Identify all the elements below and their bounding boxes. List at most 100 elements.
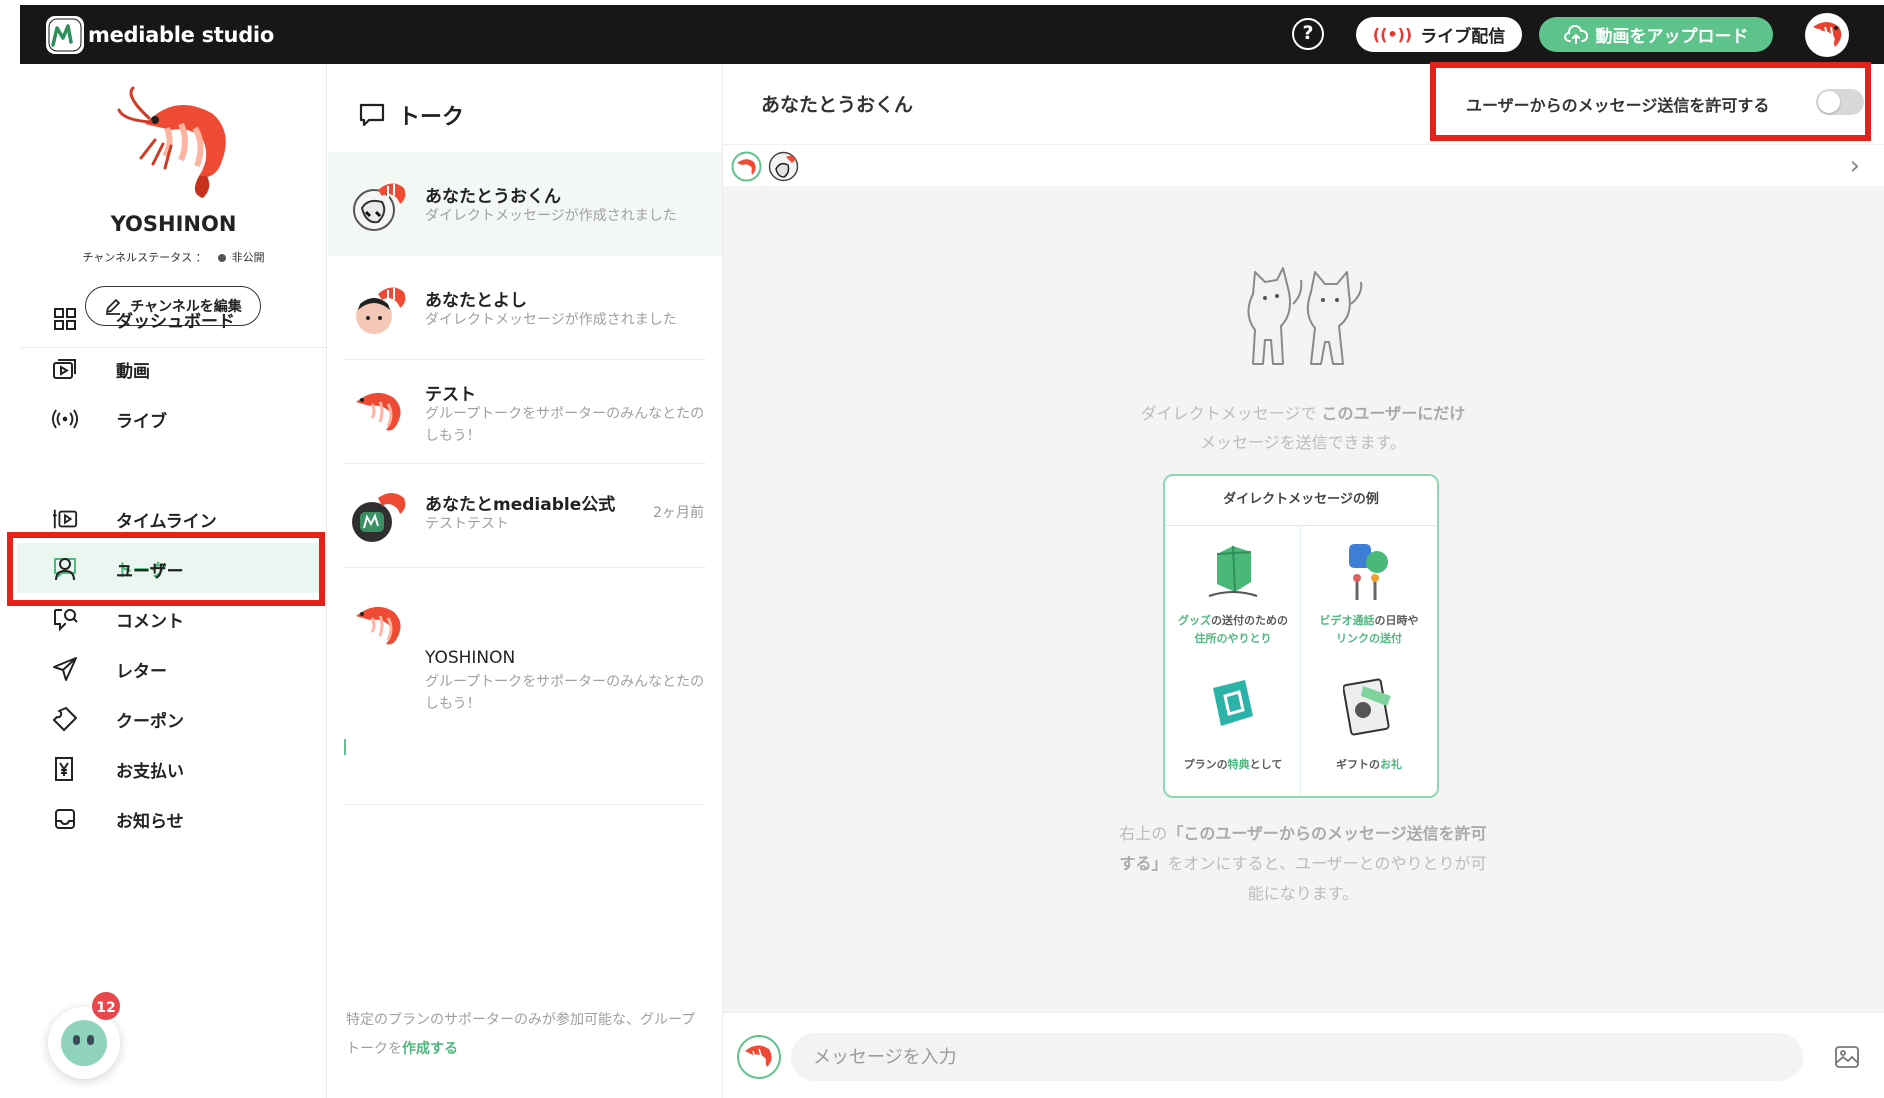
conversation-item[interactable]: あなたとよし ダイレクトメッセージが作成されました	[328, 256, 722, 360]
brand-logo[interactable]: mediable studio	[46, 16, 274, 54]
ticket-icon	[52, 706, 78, 732]
example-video-call: ビデオ通話の日時や リンクの送付	[1301, 526, 1437, 662]
conversation-snippet: グループトークをサポーターのみんなとたのしもう！	[425, 406, 705, 444]
chat-header: あなたとうおくん ユーザーからのメッセージ送信を許可する	[723, 62, 1884, 144]
conversation-name: あなたとよし	[425, 291, 527, 311]
talk-list-title: トーク	[398, 105, 465, 130]
example-label: プランの特典として	[1183, 758, 1283, 771]
dm-examples-title: ダイレクトメッセージの例	[1165, 476, 1437, 526]
talk-list-header: トーク	[358, 99, 464, 131]
empty-state-text: ダイレクトメッセージで このユーザーにだけ メッセージを送信できます。	[1093, 399, 1513, 457]
allow-messages-label: ユーザーからのメッセージ送信を許可する	[1466, 96, 1770, 115]
channel-status: チャンネルステータス ： 非公開	[20, 249, 327, 265]
status-dot-icon	[218, 254, 227, 262]
yen-icon	[52, 756, 78, 782]
channel-status-separator: ：	[195, 251, 207, 264]
mascot-icon	[61, 1020, 107, 1066]
live-stream-label: ライブ配信	[1420, 27, 1506, 47]
help-text-pre: 右上の	[1119, 824, 1168, 843]
channel-status-value: 非公開	[231, 251, 265, 264]
sidebar-item-coupons[interactable]: クーポン	[20, 694, 327, 744]
talk-highlight-frame	[7, 532, 325, 606]
avatar	[737, 1035, 781, 1079]
conversation-name: あなたとmediable公式	[425, 495, 616, 515]
live-stream-button[interactable]: ((•)) ライブ配信	[1356, 17, 1522, 52]
conversation-snippet: ダイレクトメッセージが作成されました	[425, 312, 677, 328]
broadcast-icon	[52, 406, 78, 432]
allow-messages-toggle[interactable]	[1816, 89, 1864, 115]
upload-video-button[interactable]: 動画をアップロード	[1539, 17, 1773, 52]
sidebar-item-label: ダッシュボード	[116, 311, 235, 332]
example-label: ギフトのお礼	[1336, 758, 1402, 771]
empty-text-line2: メッセージを送信できます。	[1199, 433, 1407, 452]
conversation-snippet: ダイレクトメッセージが作成されました	[425, 208, 677, 224]
image-attach-icon[interactable]	[1834, 1045, 1860, 1069]
sidebar-item-videos[interactable]: 動画	[20, 344, 327, 394]
conversation-name: あなたとうおくん	[425, 187, 561, 207]
message-composer	[723, 1012, 1884, 1098]
chat-bubble-icon	[359, 103, 385, 127]
profile-shrimp-image	[117, 86, 226, 198]
example-gift-thanks: ギフトのお礼	[1301, 662, 1437, 796]
message-input[interactable]	[791, 1033, 1803, 1081]
broadcast-icon: ((•))	[1372, 25, 1413, 44]
example-label: グッズの送付のための 住所のやりとり	[1178, 614, 1288, 645]
sidebar-item-label: ライブ	[116, 411, 167, 432]
example-goods-shipping: グッズの送付のための 住所のやりとり	[1165, 526, 1301, 662]
conversation-item[interactable]: あなたとmediable公式 テストテスト 2ヶ月前	[328, 464, 722, 568]
avatar	[356, 287, 406, 334]
sidebar-item-label: お知らせ	[116, 811, 184, 832]
channel-status-label: チャンネルステータス	[82, 251, 193, 264]
empty-text-line1-bold: このユーザーにだけ	[1321, 404, 1466, 423]
sidebar-item-label: 動画	[116, 361, 150, 382]
example-plan-benefit: プランの特典として	[1165, 662, 1301, 796]
conversation-name: テスト	[425, 385, 476, 405]
sidebar-item-payments[interactable]: お支払い	[20, 744, 327, 794]
send-icon	[52, 656, 78, 682]
comment-icon	[52, 606, 78, 632]
member-avatar[interactable]	[768, 151, 799, 182]
conversation-item[interactable]: テスト グループトークをサポーターのみんなとたのしもう！	[328, 360, 722, 464]
cloud-upload-icon	[1563, 24, 1588, 44]
member-bar: ›	[723, 144, 1884, 186]
sidebar-item-label: コメント	[116, 611, 184, 632]
talk-list-panel: トーク あなたとうおくん ダイレクトメッセージが作成されました あなたとよし ダ…	[328, 64, 723, 1098]
conversation-time: 2ヶ月前	[653, 505, 704, 521]
profile-name: YOSHINON	[110, 212, 237, 236]
group-talk-hint-text: 特定のプランのサポーターのみが参加可能な、グループトークを	[346, 1012, 696, 1057]
chevron-right-icon[interactable]: ›	[1850, 153, 1860, 179]
sidebar-item-live[interactable]: ライブ	[20, 394, 327, 444]
example-label: ビデオ通話の日時や リンクの送付	[1319, 614, 1419, 645]
top-bar: mediable studio ? ((•)) ライブ配信 動画をアップロード	[20, 5, 1884, 64]
list-item	[344, 697, 706, 805]
video-icon	[52, 356, 78, 382]
sidebar-item-label: タイムライン	[116, 511, 217, 532]
mediable-avatar	[352, 493, 406, 542]
upload-video-label: 動画をアップロード	[1595, 27, 1749, 47]
member-avatar[interactable]	[731, 151, 762, 182]
allow-messages-highlight-frame: ユーザーからのメッセージ送信を許可する	[1430, 62, 1871, 141]
inbox-icon	[52, 806, 78, 832]
mediable-logo-icon	[46, 16, 84, 54]
conversation-item[interactable]: あなたとうおくん ダイレクトメッセージが作成されました	[328, 152, 722, 256]
conversation-item[interactable]: YOSHINON グループトークをサポーターのみんなとたのしもう！	[328, 568, 722, 712]
brand-name: mediable studio	[88, 23, 274, 47]
avatar	[353, 183, 406, 231]
question-circle-icon[interactable]: ?	[1292, 18, 1324, 50]
video-call-icon	[1349, 544, 1388, 600]
sidebar-item-letters[interactable]: レター	[20, 644, 327, 694]
chat-card-icon	[1213, 680, 1253, 726]
sidebar-item-notices[interactable]: お知らせ	[20, 794, 327, 844]
notification-badge: 12	[90, 990, 122, 1022]
allow-messages-help-text: 右上の「このユーザーからのメッセージ送信を許可する」をオンにすると、ユーザーとの…	[1118, 819, 1488, 909]
help-text-post: をオンにすると、ユーザーとのやりとりが可能になります。	[1167, 854, 1487, 903]
shrimp-avatar	[356, 606, 401, 645]
cats-illustration	[1247, 267, 1363, 365]
empty-text-line1-pre: ダイレクトメッセージで	[1140, 404, 1317, 423]
chat-title: あなたとうおくん	[761, 94, 914, 116]
sidebar-item-dashboard[interactable]: ダッシュボード	[20, 294, 327, 344]
gift-box-icon	[1208, 545, 1258, 597]
account-avatar[interactable]	[1805, 13, 1849, 57]
create-group-talk-link[interactable]: 作成する	[402, 1041, 458, 1057]
sidebar-item-label: お支払い	[116, 761, 184, 782]
